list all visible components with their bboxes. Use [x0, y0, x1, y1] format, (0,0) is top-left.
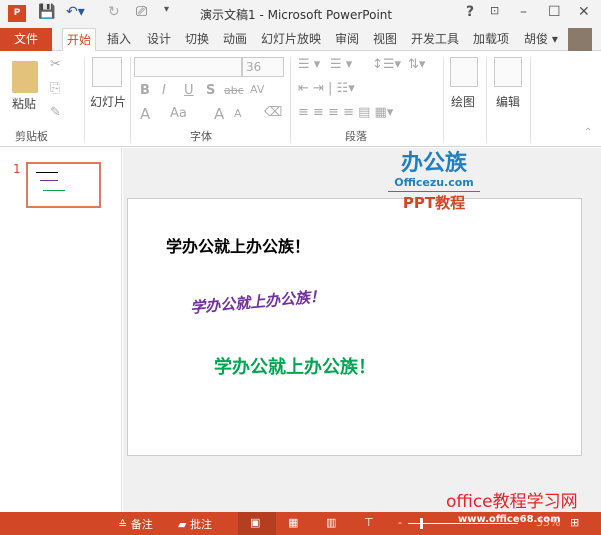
zoom-level[interactable]: 33% — [536, 516, 560, 529]
font-color-button[interactable]: A — [140, 105, 150, 123]
group-clipboard-label: 剪贴板 — [15, 130, 48, 143]
undo-icon[interactable]: ↶▾ — [66, 4, 85, 20]
reading-view-button[interactable]: ▥ — [326, 516, 336, 529]
ribbon-tabs: 文件 开始 插入 设计 切换 动画 幻灯片放映 审阅 视图 开发工具 加载项 胡… — [0, 28, 601, 52]
tab-developer[interactable]: 开发工具 — [407, 28, 463, 51]
tab-file[interactable]: 文件 — [0, 28, 52, 51]
save-icon[interactable]: 💾 — [38, 4, 55, 20]
slide-text-3[interactable]: 学办公就上办公族！ — [214, 353, 376, 379]
find-icon[interactable] — [494, 57, 522, 87]
shrink-font-button[interactable]: A — [234, 107, 242, 120]
paste-button[interactable]: 粘贴 — [12, 95, 36, 112]
drawing-button[interactable]: 绘图 — [451, 93, 475, 110]
editing-button[interactable]: 编辑 — [496, 93, 520, 110]
status-bar: ≙ 备注 ▰ 批注 ▣ ▦ ▥ ⊤ - www.office68.com 33%… — [0, 512, 601, 535]
numbering-icon[interactable]: ☰ ▾ — [330, 57, 352, 72]
shapes-icon[interactable] — [450, 57, 478, 87]
tab-insert[interactable]: 插入 — [103, 28, 135, 51]
font-size-input[interactable]: 36 — [242, 57, 284, 77]
slide-thumbnail[interactable] — [26, 162, 101, 208]
strikethrough-button[interactable]: abc — [224, 84, 244, 97]
collapse-ribbon-icon[interactable]: ⌃ — [584, 127, 592, 138]
zoom-slider-thumb[interactable] — [420, 518, 423, 529]
text-direction-icon[interactable]: ⇅▾ — [408, 57, 425, 72]
clear-format-icon[interactable]: ⌫ — [264, 105, 282, 120]
tab-design[interactable]: 设计 — [143, 28, 175, 51]
fit-slide-button[interactable]: ⊞ — [570, 516, 579, 529]
close-button[interactable]: ✕ — [578, 4, 590, 20]
char-spacing-button[interactable]: AV — [250, 83, 264, 96]
slide-number: 1 — [13, 162, 21, 176]
redo-icon[interactable]: ↻ — [108, 4, 120, 20]
shadow-button[interactable]: S — [206, 83, 215, 98]
maximize-button[interactable]: ☐ — [548, 4, 561, 20]
tab-slideshow[interactable]: 幻灯片放映 — [257, 28, 325, 51]
slide-text-1[interactable]: 学办公就上办公族！ — [166, 233, 310, 257]
bullets-icon[interactable]: ☰ ▾ — [298, 57, 320, 72]
tab-review[interactable]: 审阅 — [331, 28, 363, 51]
slideshow-button[interactable]: ⊤ — [364, 516, 374, 529]
customize-icon[interactable]: ▾ — [164, 4, 169, 15]
user-account[interactable]: 胡俊 ▾ — [520, 28, 562, 51]
italic-button[interactable]: I — [162, 83, 166, 98]
change-case-button[interactable]: Aa — [170, 106, 187, 121]
window-title: 演示文稿1 - Microsoft PowerPoint — [200, 8, 393, 22]
bold-button[interactable]: B — [140, 83, 150, 98]
paste-icon[interactable] — [12, 61, 38, 93]
tab-addins[interactable]: 加载项 — [469, 28, 513, 51]
align-icons[interactable]: ≡ ≡ ≡ ≡ ▤ ▦▾ — [298, 105, 393, 120]
logo-watermark: 办公族 Officezu.com PPT教程 — [388, 152, 480, 213]
avatar[interactable] — [568, 28, 592, 51]
tab-transitions[interactable]: 切换 — [181, 28, 213, 51]
powerpoint-icon: P — [8, 5, 26, 22]
tab-animations[interactable]: 动画 — [219, 28, 251, 51]
zoom-out-button[interactable]: - — [398, 516, 402, 529]
group-font-label: 字体 — [190, 130, 212, 143]
normal-view-button[interactable]: ▣ — [238, 512, 276, 535]
comments-button[interactable]: ▰ 批注 — [178, 516, 212, 532]
font-name-input[interactable] — [134, 57, 242, 77]
site-watermark: office教程学习网 — [446, 492, 578, 512]
slideshow-icon[interactable]: ⎚ — [136, 4, 147, 20]
underline-button[interactable]: U — [184, 83, 194, 98]
new-slide-icon[interactable] — [92, 57, 122, 87]
ribbon-options-icon[interactable]: ⊡ — [490, 4, 499, 17]
slide-sorter-button[interactable]: ▦ — [288, 516, 298, 529]
slide[interactable]: 学办公就上办公族！ 学办公就上办公族！ 学办公就上办公族！ — [127, 198, 582, 456]
format-painter-icon[interactable]: ✎ — [50, 105, 61, 120]
title-bar: P 💾 ↶▾ ↻ ⎚ ▾ 演示文稿1 - Microsoft PowerPoin… — [0, 0, 601, 28]
ribbon: 粘贴 ✂ ⎘ ✎ 剪贴板 幻灯片 36 B I U S abc AV A Aa … — [0, 51, 601, 147]
slide-text-2[interactable]: 学办公就上办公族！ — [189, 285, 326, 318]
cut-icon[interactable]: ✂ — [50, 57, 61, 72]
tab-view[interactable]: 视图 — [369, 28, 401, 51]
tab-home[interactable]: 开始 — [62, 28, 97, 52]
minimize-button[interactable]: – — [520, 4, 527, 20]
help-button[interactable]: ? — [466, 4, 474, 20]
new-slide-button[interactable]: 幻灯片 — [90, 93, 126, 110]
group-paragraph-label: 段落 — [345, 130, 367, 143]
line-spacing-icon[interactable]: ↕☰▾ — [372, 57, 401, 72]
grow-font-button[interactable]: A — [214, 105, 224, 123]
notes-button[interactable]: ≙ 备注 — [118, 516, 153, 532]
copy-icon[interactable]: ⎘ — [50, 81, 60, 96]
indent-icons[interactable]: ⇤ ⇥ | ☷▾ — [298, 81, 355, 96]
